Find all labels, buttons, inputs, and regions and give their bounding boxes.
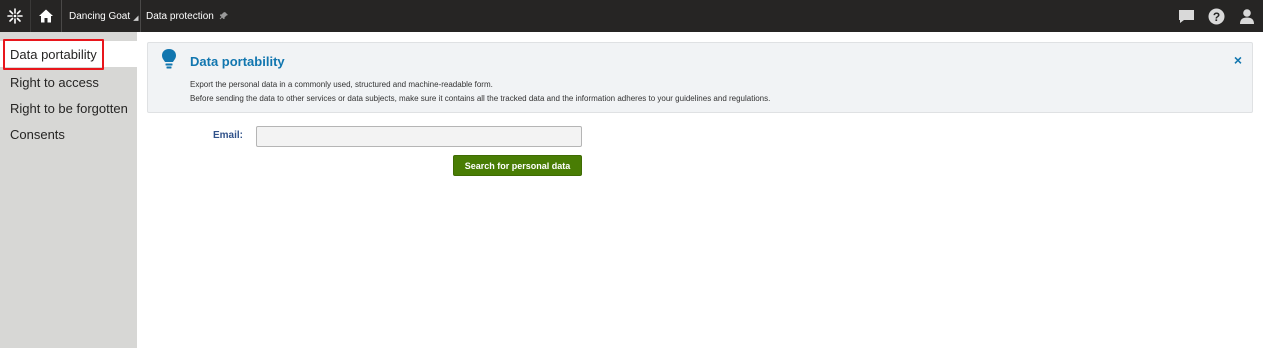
kentico-logo-icon[interactable] — [0, 0, 30, 32]
pin-icon[interactable] — [219, 11, 229, 21]
sidebar-item-data-portability[interactable]: Data portability — [0, 41, 137, 67]
info-description: Export the personal data in a commonly u… — [190, 80, 493, 89]
sidebar-item-label: Right to be forgotten — [10, 100, 128, 116]
sidebar-item-right-to-be-forgotten[interactable]: Right to be forgotten — [0, 95, 137, 121]
search-personal-data-button[interactable]: Search for personal data — [453, 155, 582, 176]
user-icon[interactable] — [1234, 0, 1260, 32]
site-name: Dancing Goat — [69, 10, 131, 22]
help-icon[interactable]: ? — [1203, 0, 1229, 32]
sidebar: Data portability Right to access Right t… — [0, 32, 137, 348]
sidebar-item-label: Right to access — [10, 74, 99, 90]
svg-text:?: ? — [1212, 10, 1219, 24]
app-name: Data protection — [146, 10, 214, 22]
email-label: Email: — [213, 130, 244, 141]
chat-icon[interactable] — [1173, 0, 1199, 32]
lightbulb-icon — [162, 49, 176, 69]
sidebar-item-label: Data portability — [10, 46, 97, 62]
close-icon[interactable]: × — [1234, 52, 1242, 68]
top-bar: Dancing Goat ◢ Data protection ? — [0, 0, 1263, 32]
sidebar-item-label: Consents — [10, 126, 65, 142]
info-description: Before sending the data to other service… — [190, 94, 771, 103]
divider — [140, 0, 141, 32]
caret-down-icon: ◢ — [133, 14, 139, 22]
application-breadcrumb: Data protection — [146, 0, 229, 32]
info-panel: Data portability Export the personal dat… — [147, 42, 1253, 113]
divider — [61, 0, 62, 32]
sidebar-item-right-to-access[interactable]: Right to access — [0, 69, 137, 95]
site-selector[interactable]: Dancing Goat ◢ — [69, 0, 139, 32]
sidebar-item-consents[interactable]: Consents — [0, 121, 137, 147]
email-field[interactable] — [256, 126, 582, 147]
info-title: Data portability — [190, 54, 285, 69]
home-icon[interactable] — [30, 0, 60, 32]
